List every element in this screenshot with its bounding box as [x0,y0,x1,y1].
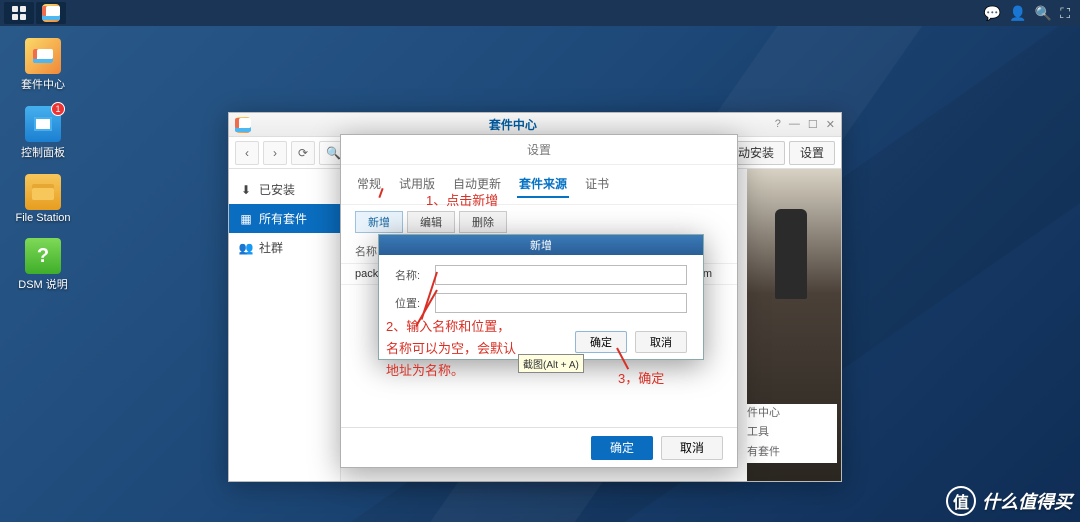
screenshot-tooltip: 截图(Alt + A) [518,354,584,373]
settings-tabs: 常规 试用版 自动更新 套件来源 证书 [341,165,737,205]
chat-icon[interactable]: 💬 [984,5,1001,22]
tab-beta[interactable]: 试用版 [397,171,437,198]
sidebar-item-installed[interactable]: ⬇ 已安装 [229,175,340,204]
sidebar-item-label: 已安装 [259,181,295,198]
tab-general[interactable]: 常规 [355,171,383,198]
search-icon: 🔍 [326,146,341,160]
delete-button[interactable]: 删除 [459,211,507,233]
back-button[interactable]: ‹ [235,141,259,165]
watermark: 值 什么值得买 [946,486,1072,516]
window-minimize-button[interactable]: — [789,118,800,131]
sidebar-item-all[interactable]: ▦ 所有套件 [229,204,340,233]
desktop-icon-file-station[interactable]: File Station [12,174,74,224]
taskbar-pkg-button[interactable] [36,2,66,24]
package-center-icon [25,38,61,74]
tab-certificate[interactable]: 证书 [583,171,611,198]
window-title: 套件中心 [251,116,775,133]
taskbar: 💬 👤 🔍 ⛶ [0,0,1080,26]
file-station-icon [25,174,61,210]
settings-button[interactable]: 设置 [789,141,835,165]
desktop-icon-help[interactable]: ? DSM 说明 [12,238,74,292]
desktop-icon-control-panel[interactable]: 1 控制面板 [12,106,74,160]
reload-button[interactable]: ⟳ [291,141,315,165]
download-icon: ⬇ [239,183,253,197]
tab-package-sources[interactable]: 套件来源 [517,171,569,198]
name-input[interactable] [435,265,687,285]
add-dialog-title: 新增 [379,235,703,255]
window-maximize-button[interactable]: ☐ [808,118,818,131]
search-tray-icon[interactable]: 🔍 [1035,5,1052,22]
name-label: 名称: [395,267,427,283]
help-icon: ? [25,238,61,274]
icon-label: File Station [15,212,70,224]
cancel-button[interactable]: 取消 [661,436,723,460]
add-button[interactable]: 新增 [355,211,403,233]
window-icon [235,117,251,133]
package-center-icon [42,4,60,22]
window-help-button[interactable]: ? [775,118,781,131]
notification-badge: 1 [51,102,65,116]
grid-icon: ▦ [239,212,253,226]
fullscreen-icon[interactable]: ⛶ [1060,5,1070,22]
apps-icon [12,6,26,20]
add-source-dialog: 新增 名称: 位置: 确定 取消 [378,234,704,360]
watermark-text: 什么值得买 [982,488,1072,514]
desktop-icon-package-center[interactable]: 套件中心 [12,38,74,92]
ok-button[interactable]: 确定 [591,436,653,460]
add-cancel-button[interactable]: 取消 [635,331,687,353]
dialog-title: 设置 [341,135,737,165]
icon-label: 控制面板 [21,144,65,160]
control-panel-icon: 1 [25,106,61,142]
location-label: 位置: [395,295,427,311]
panel-snippet: 件中心 工具 有套件 [747,404,837,463]
sidebar-item-label: 所有套件 [259,210,307,227]
location-input[interactable] [435,293,687,313]
tab-auto-update[interactable]: 自动更新 [451,171,503,198]
desktop-icons: 套件中心 1 控制面板 File Station ? DSM 说明 [12,38,74,292]
sidebar-item-label: 社群 [259,239,283,256]
add-ok-button[interactable]: 确定 [575,331,627,353]
user-icon[interactable]: 👤 [1009,5,1026,22]
sidebar-item-community[interactable]: 👥 社群 [229,233,340,262]
edit-button[interactable]: 编辑 [407,211,455,233]
taskbar-apps-button[interactable] [4,2,34,24]
people-icon: 👥 [239,241,253,255]
window-close-button[interactable]: ✕ [826,118,835,131]
forward-button[interactable]: › [263,141,287,165]
sidebar: ⬇ 已安装 ▦ 所有套件 👥 社群 [229,169,341,481]
watermark-badge-icon: 值 [946,486,976,516]
icon-label: DSM 说明 [18,276,68,292]
icon-label: 套件中心 [21,76,65,92]
